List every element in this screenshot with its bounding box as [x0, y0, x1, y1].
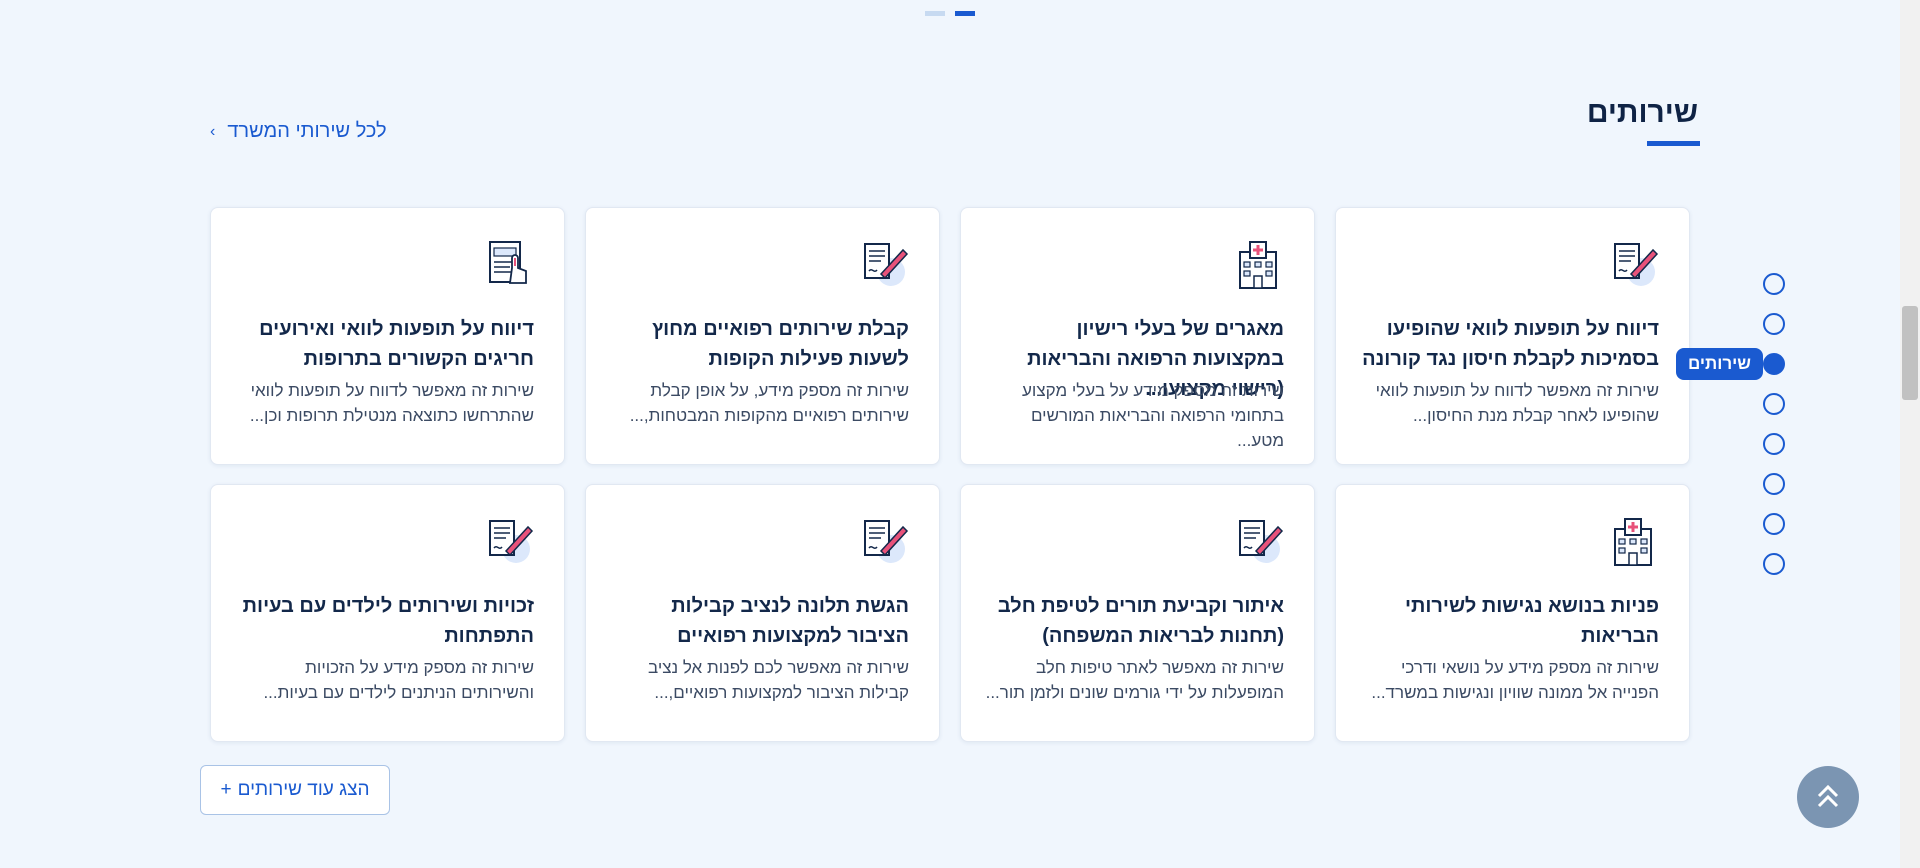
card-title: דיווח על תופעות לוואי ואירועים חריגים הק…: [259, 318, 534, 370]
side-nav-active-label[interactable]: שירותים: [1676, 348, 1763, 380]
plus-icon: +: [220, 779, 232, 800]
card-description: שירות זה מאפשר לכם לפנות אל נציב קבילות …: [648, 658, 909, 702]
all-services-link[interactable]: ‹ לכל שירותי המשרד: [210, 120, 387, 143]
show-more-label: הצג עוד שירותים: [237, 779, 370, 800]
service-card[interactable]: הגשת תלונה לנציב קבילות הציבור למקצועות …: [585, 484, 940, 742]
side-nav-dot[interactable]: [1763, 313, 1785, 335]
card-title: הגשת תלונה לנציב קבילות הציבור למקצועות …: [671, 595, 909, 647]
side-nav-dot[interactable]: [1763, 513, 1785, 535]
chevron-left-icon: ‹: [210, 122, 216, 140]
service-card[interactable]: קבלת שירותים רפואיים מחוץ לשעות פעילות ה…: [585, 207, 940, 465]
card-description: שירות זה מאפשר לדווח על תופעות לוואי שהו…: [1375, 381, 1659, 425]
carousel-dot-active[interactable]: [955, 11, 975, 16]
card-description: שירות זה מספק מידע על בעלי מקצוע בתחומי …: [1022, 381, 1284, 450]
service-card[interactable]: איתור וקביעת תורים לטיפת חלב (תחנות לברי…: [960, 484, 1315, 742]
card-title: זכויות ושירותים לילדים עם בעיות התפתחות: [242, 595, 534, 647]
scroll-to-top-button[interactable]: [1797, 766, 1859, 828]
document-pen-icon: [482, 515, 534, 567]
side-nav-dot[interactable]: [1763, 473, 1785, 495]
card-description: שירות זה מספק מידע על הזכויות והשירותים …: [263, 658, 534, 702]
service-card[interactable]: דיווח על תופעות לוואי שהופיעו בסמיכות לק…: [1335, 207, 1690, 465]
service-card[interactable]: פניות בנושא נגישות לשירותי הבריאות שירות…: [1335, 484, 1690, 742]
scrollbar-thumb[interactable]: [1902, 306, 1918, 400]
service-card[interactable]: דיווח על תופעות לוואי ואירועים חריגים הק…: [210, 207, 565, 465]
side-nav-dot[interactable]: [1763, 433, 1785, 455]
service-card[interactable]: זכויות ושירותים לילדים עם בעיות התפתחות …: [210, 484, 565, 742]
card-title: קבלת שירותים רפואיים מחוץ לשעות פעילות ה…: [652, 318, 909, 370]
carousel-dot[interactable]: [925, 11, 945, 16]
card-title: דיווח על תופעות לוואי שהופיעו בסמיכות לק…: [1362, 318, 1659, 370]
document-pen-icon: [857, 238, 909, 290]
side-nav-dot[interactable]: [1763, 393, 1785, 415]
side-nav-dot[interactable]: [1763, 553, 1785, 575]
all-services-label: לכל שירותי המשרד: [227, 120, 387, 142]
show-more-services-button[interactable]: הצג עוד שירותים +: [200, 765, 390, 815]
document-pen-icon: [1607, 238, 1659, 290]
card-title: פניות בנושא נגישות לשירותי הבריאות: [1404, 595, 1659, 647]
card-description: שירות זה מספק מידע על נושאי ודרכי הפנייה…: [1371, 658, 1659, 702]
hospital-icon: [1607, 515, 1659, 567]
title-underline: [1647, 141, 1700, 146]
hospital-icon: [1232, 238, 1284, 290]
card-description: שירות זה מאפשר לדווח על תופעות לוואי שהת…: [249, 381, 534, 425]
section-title: שירותים: [1586, 96, 1698, 129]
document-pen-icon: [857, 515, 909, 567]
form-hand-icon: [482, 238, 534, 290]
carousel-indicator: [925, 11, 975, 16]
side-nav-dot[interactable]: [1763, 273, 1785, 295]
card-description: שירות זה מאפשר לאתר טיפות חלב המופעלות ע…: [985, 658, 1284, 702]
page-scrollbar[interactable]: [1900, 0, 1920, 868]
card-description: שירות זה מספק מידע, על אופן קבלת שירותים…: [629, 381, 909, 425]
double-chevron-up-icon: [1817, 784, 1839, 808]
service-card[interactable]: מאגרים של בעלי רישיון במקצועות הרפואה וה…: [960, 207, 1315, 465]
side-nav-dot-active[interactable]: [1763, 353, 1785, 375]
document-pen-icon: [1232, 515, 1284, 567]
card-title: איתור וקביעת תורים לטיפת חלב (תחנות לברי…: [997, 595, 1284, 647]
